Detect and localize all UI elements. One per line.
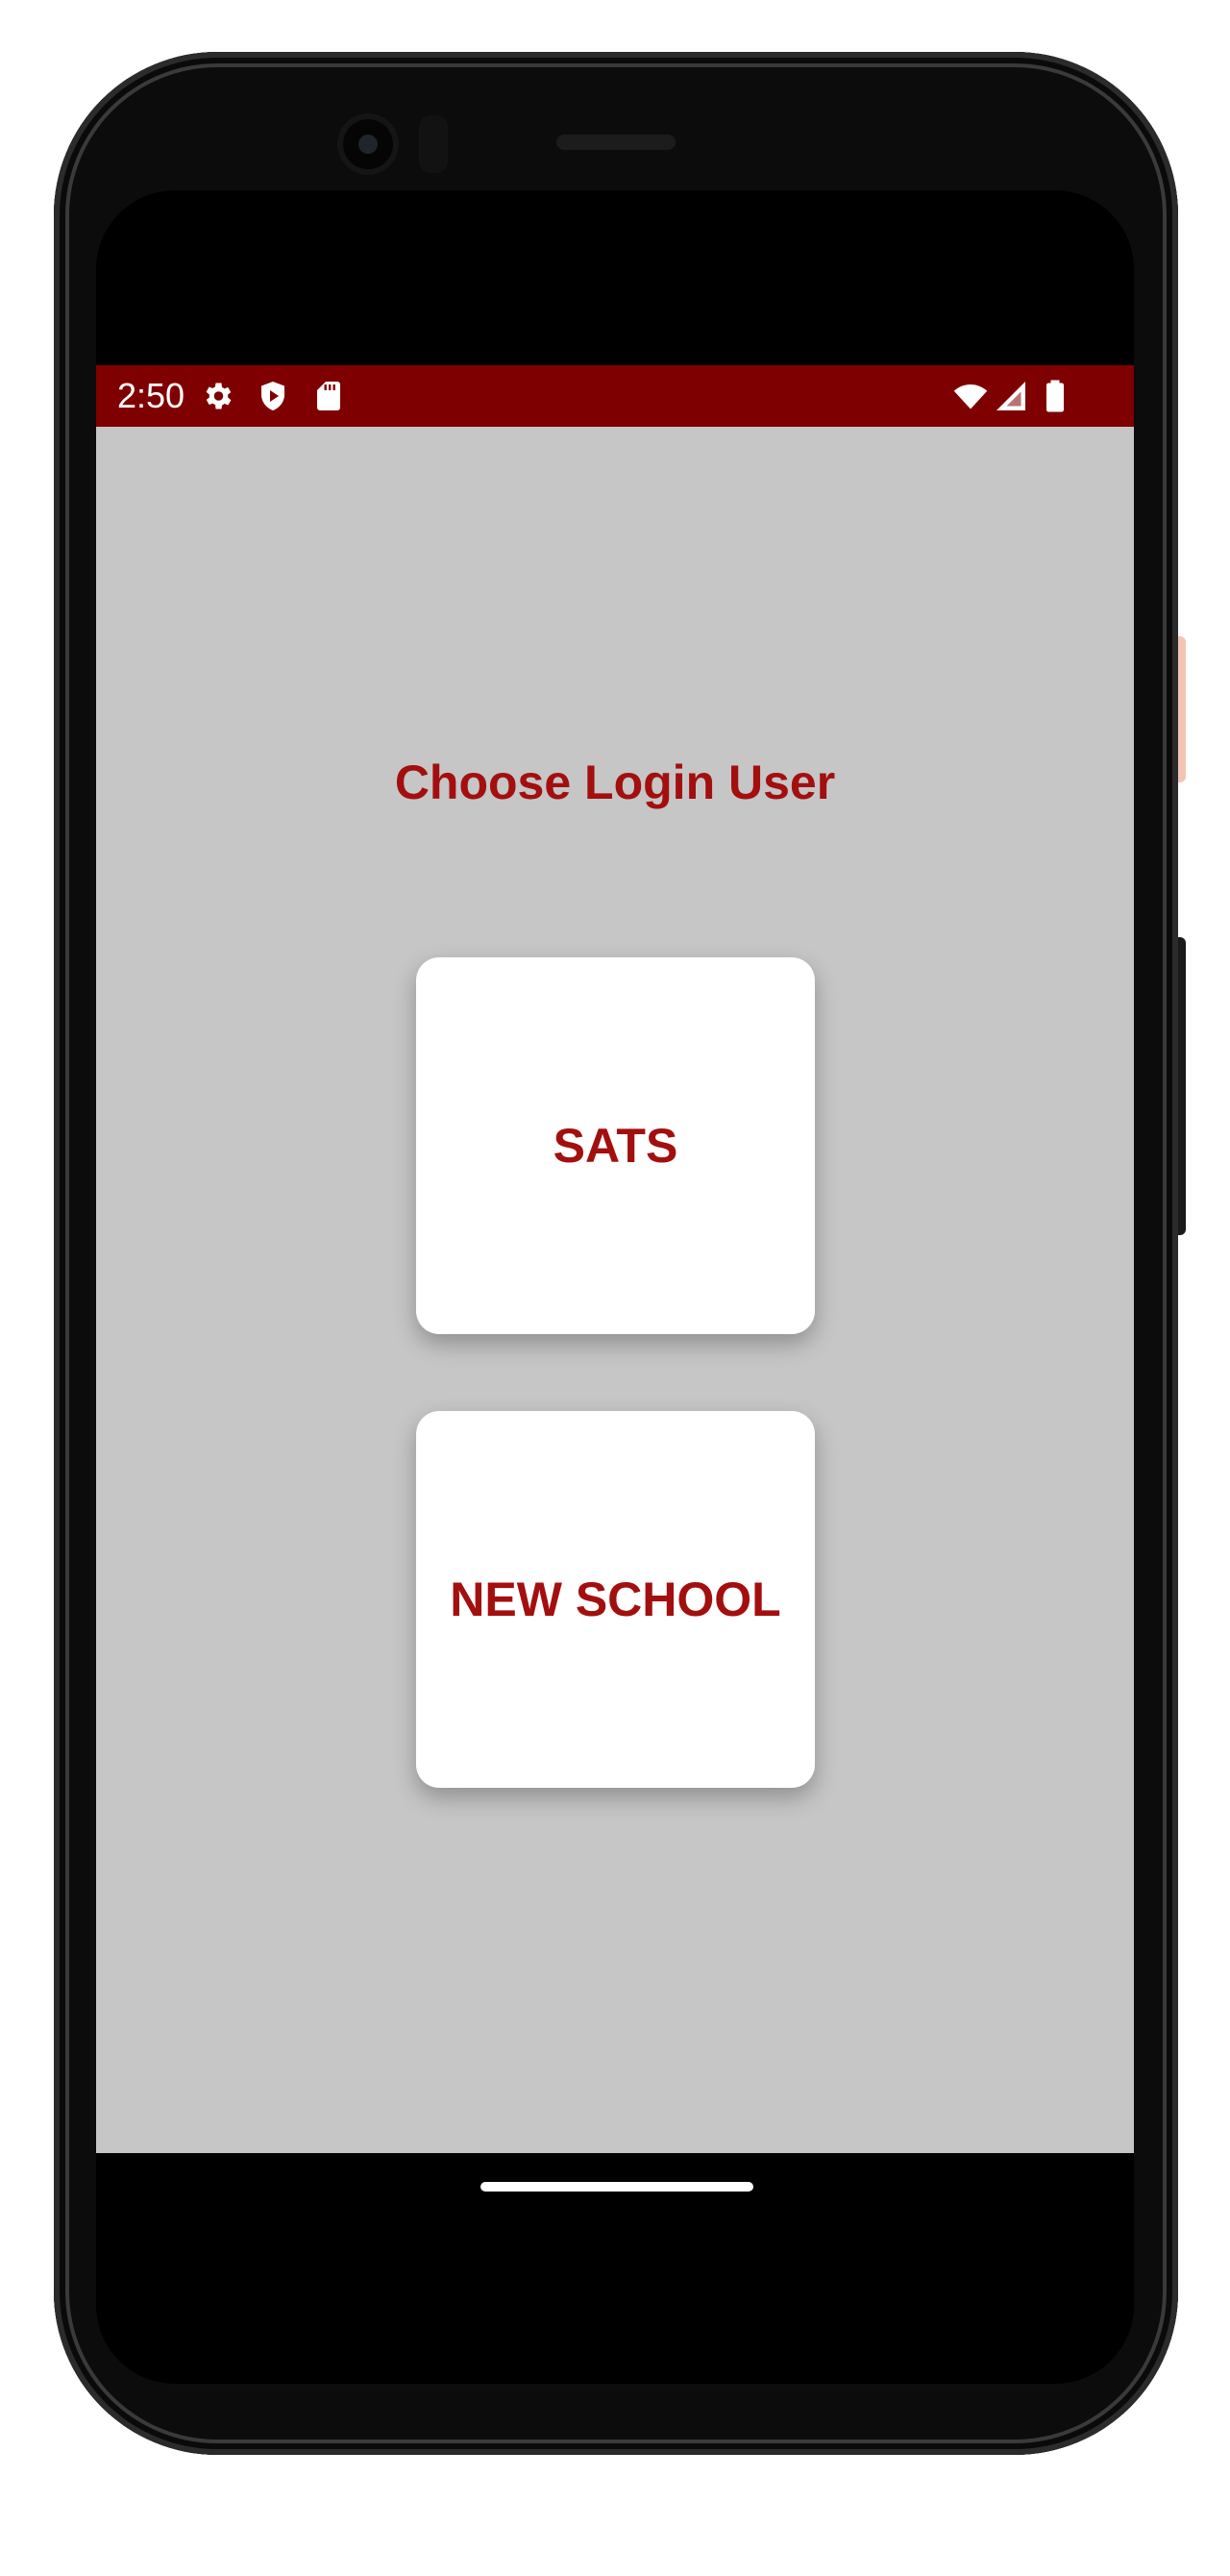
status-bar: 2:50: [96, 365, 1134, 427]
sd-card-icon: [317, 382, 340, 410]
new-school-login-button[interactable]: NEW SCHOOL: [416, 1411, 815, 1788]
home-indicator[interactable]: [480, 2182, 753, 2192]
proximity-sensor: [419, 115, 448, 173]
signal-icon: [996, 382, 1025, 410]
new-school-label: NEW SCHOOL: [450, 1573, 781, 1626]
sats-label: SATS: [553, 1119, 678, 1173]
front-camera-icon: [337, 113, 399, 175]
wifi-icon: [953, 384, 988, 409]
device-frame: 2:50 Choose Login User SATS NEW SCHOOL: [0, 0, 1230, 2576]
status-time: 2:50: [117, 376, 185, 415]
gear-icon: [206, 383, 232, 409]
login-screen: Choose Login User SATS NEW SCHOOL: [96, 427, 1134, 2153]
shield-play-icon: [261, 382, 284, 410]
sats-login-button[interactable]: SATS: [416, 957, 815, 1334]
page-title: Choose Login User: [394, 755, 836, 809]
battery-icon: [1046, 380, 1064, 412]
earpiece-speaker: [556, 135, 676, 150]
phone-screen: 2:50 Choose Login User SATS NEW SCHOOL: [96, 190, 1134, 2384]
navigation-bar: [96, 2153, 1134, 2384]
